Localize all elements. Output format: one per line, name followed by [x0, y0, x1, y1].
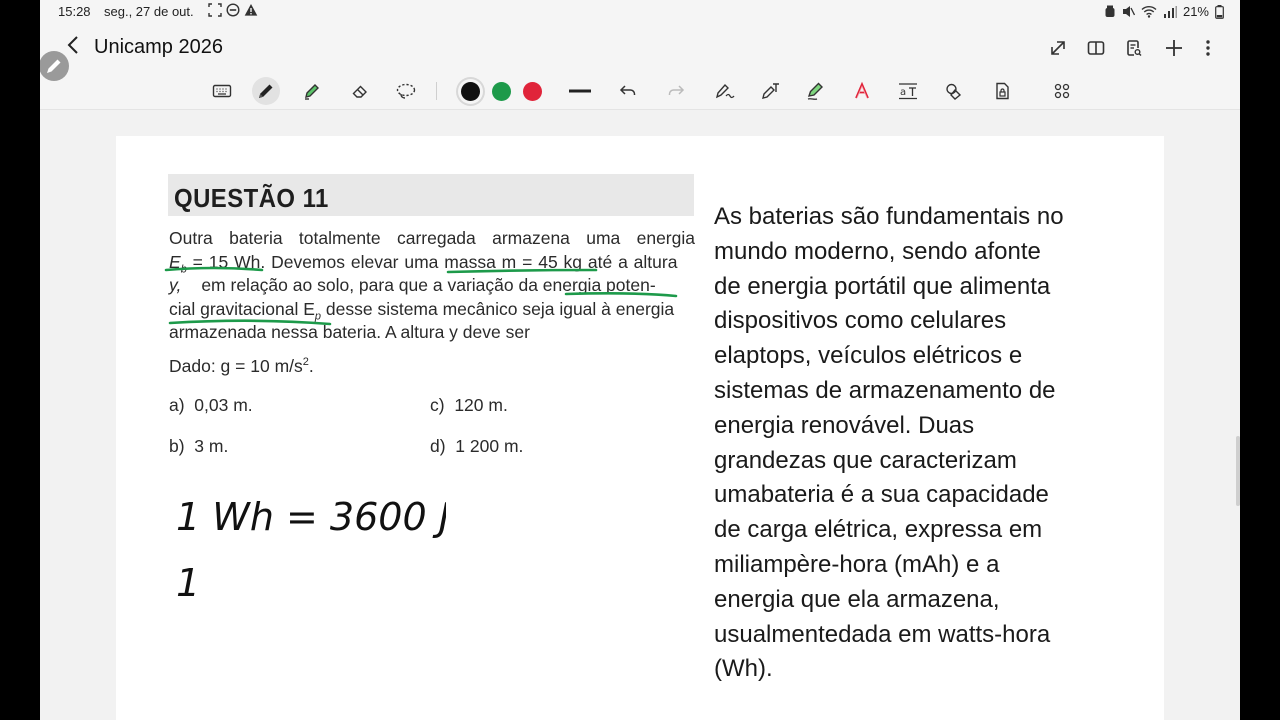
question-image: QUESTÃO 11 Outra bateria totalmente carr… — [164, 166, 704, 476]
add-page-button[interactable] — [1160, 34, 1188, 62]
signal-icon — [1163, 5, 1177, 18]
warning-icon — [244, 4, 258, 16]
pen-icon — [259, 84, 273, 98]
eraser-tool[interactable] — [346, 77, 374, 105]
undo-icon — [619, 85, 636, 95]
status-system-icons: 21% — [1104, 4, 1224, 19]
battery-icon — [1215, 4, 1224, 19]
note-page[interactable]: QUESTÃO 11 Outra bateria totalmente carr… — [116, 136, 1164, 720]
lock-icon — [996, 82, 1009, 100]
keyboard-icon — [212, 84, 232, 98]
side-text-line: energia renovável. Duas — [714, 411, 975, 439]
side-text-block: As baterias são fundamentais no mundo mod… — [714, 200, 1134, 687]
handwritten-line-1: 1 Wh = 3600 J — [176, 495, 446, 539]
marker-icon — [807, 82, 823, 100]
svg-text:a: a — [900, 87, 906, 98]
book-view-icon — [1087, 41, 1105, 55]
page-scroll-handle[interactable] — [1236, 436, 1240, 506]
text-convert-tool[interactable]: a — [894, 77, 922, 105]
line-icon — [569, 89, 591, 93]
shape-pen-tool[interactable] — [710, 77, 738, 105]
app-bar: Unicamp 2026 — [40, 24, 1240, 72]
book-view-button[interactable] — [1082, 34, 1110, 62]
dnd-icon — [226, 3, 240, 17]
note-title: Unicamp 2026 — [94, 36, 223, 58]
handwritten-line-2: 1 — [176, 561, 200, 605]
more-tools-icon — [1054, 83, 1070, 99]
expand-button[interactable] — [1044, 34, 1072, 62]
marker-tool[interactable] — [802, 77, 830, 105]
text-style-icon — [855, 81, 869, 99]
lasso-icon — [396, 83, 416, 99]
side-text-line: elaptops, veículos elétricos e — [714, 342, 1023, 370]
color-black-swatch[interactable] — [461, 82, 480, 101]
redo-icon — [668, 85, 685, 95]
redo-button[interactable] — [662, 77, 690, 105]
undo-button[interactable] — [614, 77, 642, 105]
status-date: seg., 27 de out. — [104, 4, 194, 19]
side-text-line: umabateria é a sua capacidade — [714, 481, 1049, 509]
text-convert-icon: a — [899, 83, 917, 100]
keyboard-tool[interactable] — [208, 77, 236, 105]
shape-pen-icon — [715, 83, 735, 99]
page-search-button[interactable] — [1120, 34, 1148, 62]
side-text-line: As baterias são fundamentais no — [714, 203, 1064, 230]
color-green-swatch[interactable] — [492, 82, 511, 101]
side-text-line: (Wh). — [714, 655, 773, 683]
side-text-line: de carga elétrica, expressa em — [714, 516, 1043, 544]
side-text-line: usualmentedada em watts-hora — [714, 620, 1051, 648]
side-text-line: grandezas que caracterizam — [714, 446, 1017, 474]
side-text-line: de energia portátil que alimenta — [714, 272, 1051, 300]
highlighter-tool[interactable] — [298, 77, 326, 105]
more-tools-button[interactable] — [1048, 77, 1076, 105]
drawing-toolbar: a — [40, 72, 1240, 110]
floating-pen-button[interactable] — [40, 46, 72, 82]
more-options-button[interactable] — [1194, 34, 1222, 62]
handwritten-notes: 1 Wh = 3600 J 1 — [176, 495, 446, 605]
color-red-swatch[interactable] — [523, 82, 542, 101]
lock-tool[interactable] — [988, 77, 1016, 105]
side-text-line: mundo moderno, sendo afonte — [714, 237, 1041, 265]
text-pen-tool[interactable] — [756, 77, 784, 105]
status-time: 15:28 — [58, 4, 91, 19]
pen-tool[interactable] — [252, 77, 280, 105]
battery-percent: 21% — [1182, 4, 1209, 19]
line-width-tool[interactable] — [566, 77, 594, 105]
screenshot-icon — [208, 3, 222, 17]
eraser-icon — [352, 85, 367, 98]
toolbar-divider — [436, 82, 437, 100]
shapes-icon — [946, 83, 962, 100]
side-text-line: energia que ela armazena, — [714, 585, 1000, 613]
text-style-tool[interactable] — [848, 77, 876, 105]
text-pen-icon — [762, 83, 779, 99]
status-bar: 15:28 seg., 27 de out. 21% — [40, 0, 1240, 24]
mute-icon — [1122, 6, 1135, 17]
side-text-line: sistemas de armazenamento de — [714, 376, 1056, 404]
status-notification-icons — [208, 3, 258, 17]
lasso-tool[interactable] — [392, 77, 420, 105]
green-underline-annotations — [164, 266, 678, 326]
highlighter-icon — [305, 84, 319, 100]
shapes-tool[interactable] — [940, 77, 968, 105]
page-search-icon — [1127, 40, 1142, 56]
alarm-icon — [1105, 5, 1115, 17]
side-text-line: dispositivos como celulares — [714, 307, 1007, 335]
more-icon — [1206, 40, 1210, 56]
side-text-line: miliampère-hora (mAh) e a — [714, 550, 1000, 578]
expand-icon — [1051, 41, 1065, 55]
tablet-screen: 15:28 seg., 27 de out. 21% Unicamp 2026 — [40, 0, 1240, 720]
wifi-icon — [1141, 5, 1157, 18]
add-icon — [1166, 40, 1182, 56]
